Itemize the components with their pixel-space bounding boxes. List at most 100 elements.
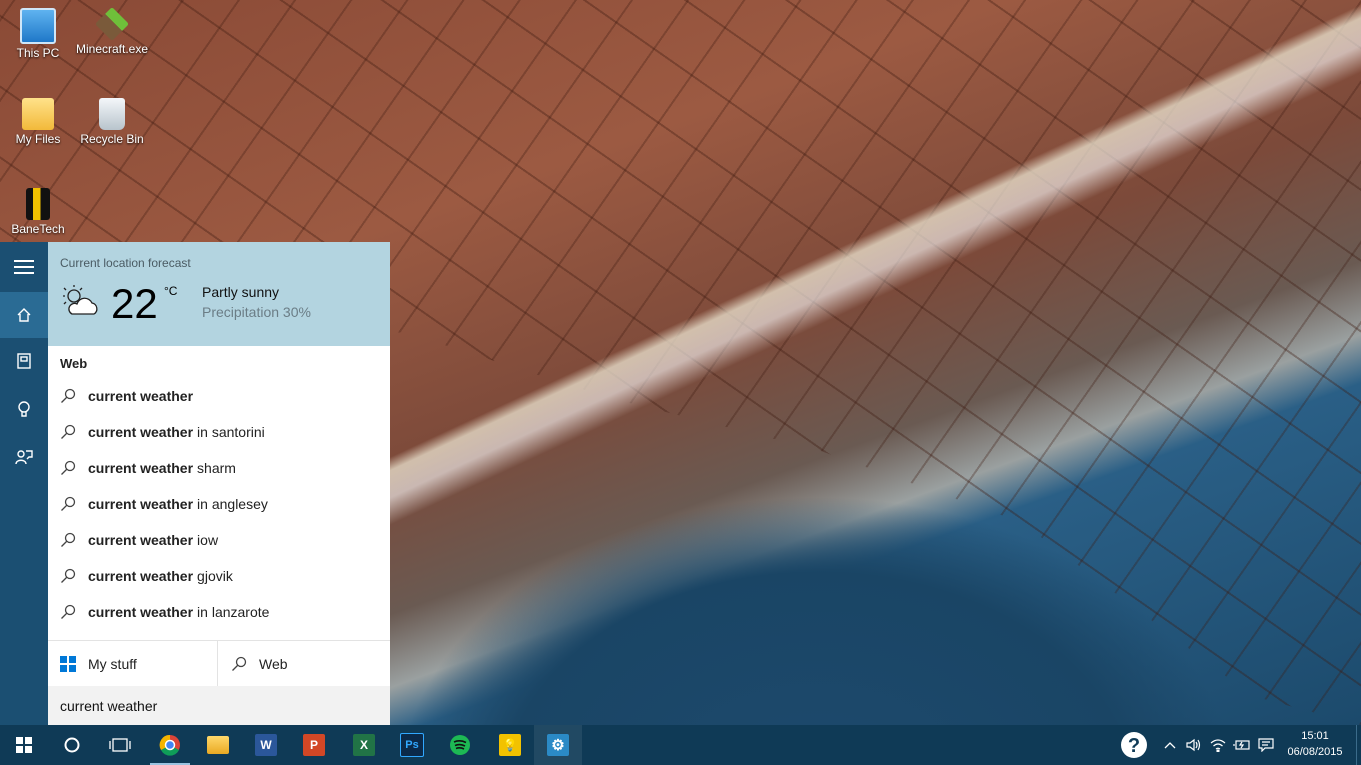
suggestion-rest: in lanzarote xyxy=(197,604,270,620)
task-view-icon xyxy=(109,738,131,752)
suggestion-item[interactable]: current weather xyxy=(48,378,390,414)
svg-text:?: ? xyxy=(1128,735,1140,757)
this-pc-icon xyxy=(20,8,56,44)
weather-precipitation: Precipitation 30% xyxy=(202,304,311,320)
clock-date: 06/08/2015 xyxy=(1287,746,1343,758)
taskbar-app-tips[interactable]: 💡 xyxy=(486,725,534,765)
search-icon xyxy=(61,460,76,475)
desktop-icon-minecraft[interactable]: Minecraft.exe xyxy=(76,7,149,56)
spotify-icon xyxy=(450,735,470,755)
action-center-button[interactable] xyxy=(1254,725,1278,765)
taskbar-app-chrome[interactable] xyxy=(146,725,194,765)
suggestion-rest: in santorini xyxy=(197,424,265,440)
search-box[interactable] xyxy=(48,686,390,725)
web-search-button[interactable]: Web xyxy=(219,641,390,687)
desktop-icon-label: This PC xyxy=(16,46,60,60)
taskbar: W P X Ps 💡 ⚙ ? 15:01 06/08/2015 xyxy=(0,725,1361,765)
volume-button[interactable] xyxy=(1182,725,1206,765)
suggestion-item[interactable]: current weather in lanzarote xyxy=(48,594,390,630)
home-icon[interactable] xyxy=(0,292,48,338)
word-icon: W xyxy=(255,734,277,756)
weather-unit: °C xyxy=(164,284,178,298)
photoshop-icon: Ps xyxy=(400,733,424,757)
folder-icon xyxy=(22,98,54,130)
cortana-search-panel: Current location forecast 22 °C Partly s… xyxy=(0,242,390,725)
suggestion-item[interactable]: current weather iow xyxy=(48,522,390,558)
search-icon xyxy=(61,604,76,619)
cortana-results: Current location forecast 22 °C Partly s… xyxy=(48,242,390,725)
search-icon xyxy=(61,496,76,511)
lightbulb-icon[interactable] xyxy=(0,386,48,432)
suggestion-item[interactable]: current weather in anglesey xyxy=(48,486,390,522)
recycle-bin-icon xyxy=(99,98,125,130)
suggestion-rest: gjovik xyxy=(197,568,233,584)
wifi-icon xyxy=(1210,739,1226,752)
suggestion-bold: current weather xyxy=(88,424,194,440)
battery-button[interactable] xyxy=(1230,725,1254,765)
desktop-icon-banetech[interactable]: BaneTech xyxy=(2,188,74,236)
weather-card[interactable]: Current location forecast 22 °C Partly s… xyxy=(48,242,390,346)
show-desktop-button[interactable] xyxy=(1356,725,1361,765)
suggestion-item[interactable]: current weather sharm xyxy=(48,450,390,486)
hamburger-menu-icon[interactable] xyxy=(0,244,48,290)
speaker-icon xyxy=(1186,738,1201,752)
task-view-button[interactable] xyxy=(96,725,144,765)
desktop-icon-this-pc[interactable]: This PC xyxy=(2,8,74,60)
suggestion-item[interactable]: current weather in santorini xyxy=(48,414,390,450)
windows-logo-icon xyxy=(16,737,32,753)
show-hidden-icons-button[interactable] xyxy=(1158,725,1182,765)
excel-icon: X xyxy=(353,734,375,756)
suggestion-item[interactable]: current weather gjovik xyxy=(48,558,390,594)
taskbar-app-file-explorer[interactable] xyxy=(194,725,242,765)
taskbar-app-settings[interactable]: ⚙ xyxy=(534,725,582,765)
desktop-icon-recycle-bin[interactable]: Recycle Bin xyxy=(76,98,148,146)
clock-time: 15:01 xyxy=(1301,730,1329,742)
feedback-icon[interactable] xyxy=(0,434,48,480)
banetech-icon xyxy=(26,188,50,220)
search-scope-bar: My stuff Web xyxy=(48,640,390,687)
suggestion-bold: current weather xyxy=(88,496,194,512)
suggestion-bold: current weather xyxy=(88,568,194,584)
my-stuff-button[interactable]: My stuff xyxy=(48,641,218,687)
minecraft-icon xyxy=(95,7,129,41)
cortana-button[interactable] xyxy=(48,725,96,765)
web-suggestions-list: current weather current weather in santor… xyxy=(48,378,390,630)
desktop-icon-my-files[interactable]: My Files xyxy=(2,98,74,146)
desktop-icon-label: My Files xyxy=(15,132,61,146)
start-button[interactable] xyxy=(0,725,48,765)
taskbar-app-photoshop[interactable]: Ps xyxy=(388,725,436,765)
network-button[interactable] xyxy=(1206,725,1230,765)
partly-sunny-icon xyxy=(60,282,100,322)
web-scope-label: Web xyxy=(259,656,288,672)
help-icon: ? xyxy=(1121,732,1147,758)
help-tray-button[interactable]: ? xyxy=(1118,725,1150,765)
chrome-icon xyxy=(159,734,180,756)
search-input[interactable] xyxy=(60,697,360,714)
taskbar-app-excel[interactable]: X xyxy=(340,725,388,765)
taskbar-app-powerpoint[interactable]: P xyxy=(290,725,338,765)
suggestion-rest: iow xyxy=(197,532,219,548)
powerpoint-icon: P xyxy=(303,734,325,756)
weather-caption: Current location forecast xyxy=(60,256,191,270)
lightbulb-icon: 💡 xyxy=(499,734,521,756)
taskbar-clock[interactable]: 15:01 06/08/2015 xyxy=(1283,728,1347,760)
suggestion-bold: current weather xyxy=(88,532,194,548)
search-icon xyxy=(61,568,76,583)
suggestion-rest: in anglesey xyxy=(197,496,268,512)
weather-temperature: 22 xyxy=(111,280,158,327)
desktop-icon-label: Minecraft.exe xyxy=(76,42,149,56)
desktop-icon-label: BaneTech xyxy=(11,222,65,236)
taskbar-app-word[interactable]: W xyxy=(242,725,290,765)
search-icon xyxy=(61,532,76,547)
search-icon xyxy=(232,656,247,671)
suggestion-bold: current weather xyxy=(88,388,194,404)
battery-charging-icon xyxy=(1233,740,1250,750)
taskbar-app-spotify[interactable] xyxy=(436,725,484,765)
web-section-heading: Web xyxy=(60,356,88,371)
folder-icon xyxy=(207,736,229,754)
gear-icon: ⚙ xyxy=(547,734,569,756)
my-stuff-label: My stuff xyxy=(88,656,137,672)
search-icon xyxy=(61,388,76,403)
notebook-icon[interactable] xyxy=(0,338,48,384)
cortana-rail xyxy=(0,242,48,725)
